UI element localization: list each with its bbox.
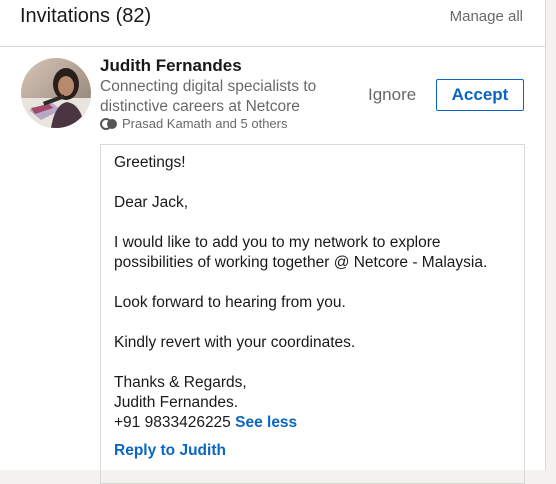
message-body: I would like to add you to my network to… — [114, 234, 488, 271]
invitations-card: Invitations (82) Manage all Judith Ferna… — [0, 0, 546, 484]
sender-headline: Connecting digital specialists to distin… — [100, 78, 317, 115]
mutual-connections[interactable]: Prasad Kamath and 5 others — [100, 116, 288, 131]
message-signature-name: Judith Fernandes. — [114, 394, 239, 411]
message-phone-line: +91 9833426225 See less — [114, 413, 511, 433]
mutual-connections-text: Prasad Kamath and 5 others — [122, 116, 288, 131]
message-salutation: Dear Jack, — [114, 194, 189, 211]
message-phone: +91 9833426225 — [114, 414, 231, 431]
message-line-2: Kindly revert with your coordinates. — [114, 334, 356, 351]
manage-all-link[interactable]: Manage all — [450, 8, 523, 25]
invitation-message: Greetings! Dear Jack, I would like to ad… — [100, 144, 525, 484]
see-less-link[interactable]: See less — [235, 414, 297, 431]
reply-link[interactable]: Reply to Judith — [114, 441, 511, 461]
message-line-1: Look forward to hearing from you. — [114, 294, 346, 311]
page-title: Invitations (82) — [20, 5, 152, 27]
invitations-header: Invitations (82) Manage all — [0, 0, 545, 47]
avatar[interactable] — [21, 58, 91, 128]
accept-button[interactable]: Accept — [436, 79, 524, 111]
message-greeting: Greetings! — [114, 154, 186, 171]
person-photo-icon — [21, 58, 91, 128]
sender-name[interactable]: Judith Fernandes — [100, 56, 242, 76]
mutual-connections-icon — [100, 117, 118, 130]
message-closing: Thanks & Regards, — [114, 374, 247, 391]
ignore-button[interactable]: Ignore — [368, 85, 416, 105]
